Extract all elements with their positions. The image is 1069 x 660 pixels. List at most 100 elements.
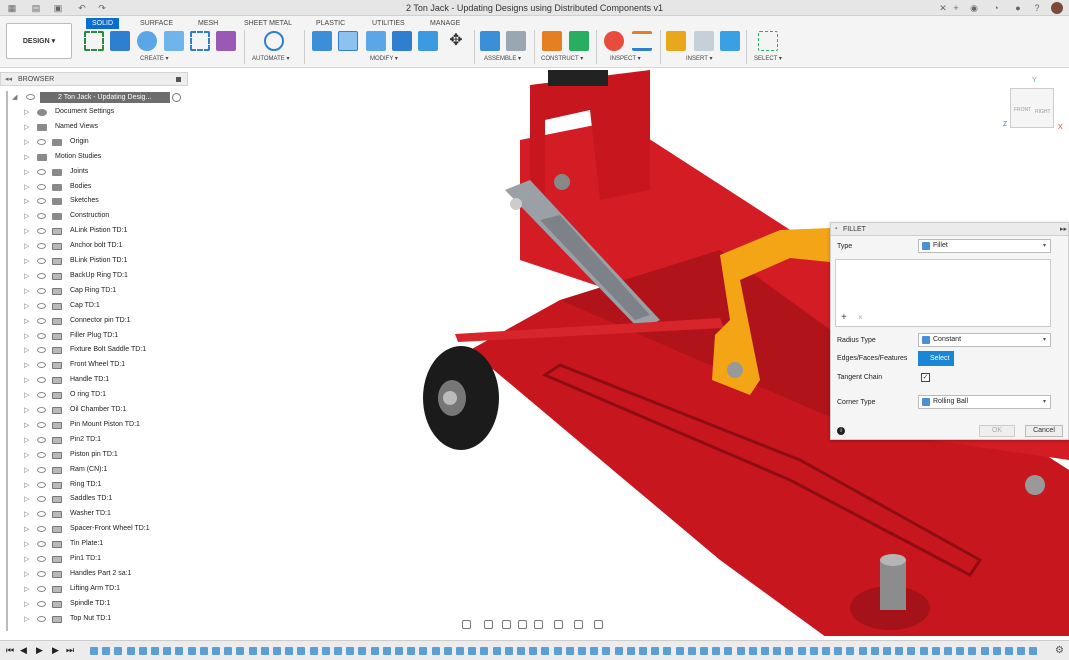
remove-selection-button[interactable]: × — [858, 313, 863, 322]
group-insert[interactable]: INSERT ▾ — [686, 55, 712, 62]
tree-item[interactable]: ▷ Named Views — [0, 120, 188, 135]
combine-icon[interactable] — [418, 31, 438, 51]
expand-icon[interactable]: ▷ — [24, 391, 29, 399]
timeline-feature-icon[interactable] — [114, 647, 123, 655]
timeline-feature-icon[interactable] — [90, 647, 98, 655]
group-create[interactable]: CREATE ▾ — [140, 55, 169, 62]
timeline-feature-icon[interactable] — [870, 647, 879, 655]
create-sketch-icon[interactable] — [84, 31, 104, 51]
timeline-feature-icon[interactable] — [273, 647, 281, 655]
timeline-feature-icon[interactable] — [395, 647, 403, 655]
expand-icon[interactable]: ▷ — [24, 242, 29, 250]
activate-icon[interactable] — [172, 93, 181, 102]
expand-icon[interactable]: ◢ — [12, 93, 17, 101]
visibility-icon[interactable] — [37, 287, 46, 294]
visibility-icon[interactable] — [37, 511, 46, 518]
expand-icon[interactable]: ▷ — [24, 406, 29, 414]
timeline-feature-icon[interactable] — [1029, 647, 1038, 655]
radius-type-dropdown[interactable]: Constant ▾ — [918, 333, 1051, 347]
expand-icon[interactable]: ▷ — [24, 227, 29, 235]
visibility-icon[interactable] — [37, 362, 46, 369]
timeline-feature-icon[interactable] — [895, 647, 904, 655]
tree-item[interactable]: ▷ Anchor bolt TD:1 — [0, 239, 188, 254]
step-back-icon[interactable]: ◀ — [20, 645, 27, 656]
move-icon[interactable]: ✥ — [446, 31, 466, 51]
new-component-icon[interactable] — [480, 31, 500, 51]
tab-sheet-metal[interactable]: SHEET METAL — [238, 18, 298, 29]
timeline-feature-icon[interactable] — [236, 647, 245, 655]
offset-plane-icon[interactable] — [542, 31, 562, 51]
tree-item[interactable]: ▷ Construction — [0, 209, 188, 224]
timeline-feature-icon[interactable] — [907, 647, 916, 655]
timeline-feature-icon[interactable] — [578, 647, 586, 655]
expand-icon[interactable]: ▷ — [24, 153, 29, 161]
expand-icon[interactable]: ▷ — [24, 570, 29, 578]
visibility-icon[interactable] — [37, 526, 46, 533]
tab-mesh[interactable]: MESH — [192, 18, 224, 29]
visibility-icon[interactable] — [37, 392, 46, 399]
expand-icon[interactable]: ▷ — [24, 615, 29, 623]
expand-icon[interactable]: ▷ — [24, 361, 29, 369]
tree-item[interactable]: ▷ Pin1 TD:1 — [0, 552, 188, 567]
form-icon[interactable] — [216, 31, 236, 51]
tree-item[interactable]: ▷ Tin Plate:1 — [0, 537, 188, 552]
expand-icon[interactable]: ▷ — [24, 346, 29, 354]
timeline-feature-icon[interactable] — [541, 647, 550, 655]
timeline-feature-icon[interactable] — [480, 647, 489, 655]
visibility-icon[interactable] — [37, 347, 46, 354]
timeline-feature-icon[interactable] — [1017, 647, 1026, 655]
visibility-icon[interactable] — [37, 481, 46, 488]
timeline-feature-icon[interactable] — [614, 647, 623, 655]
visibility-icon[interactable] — [26, 94, 35, 100]
timeline-feature-icon[interactable] — [517, 647, 525, 655]
timeline-feature-icon[interactable] — [504, 647, 513, 655]
tree-item[interactable]: ▷ Sketches — [0, 194, 188, 209]
timeline-feature-icon[interactable] — [748, 647, 757, 655]
timeline-feature-icon[interactable] — [663, 647, 672, 655]
interference-icon[interactable] — [632, 31, 652, 51]
tree-item[interactable]: ▷ Oil Chamber TD:1 — [0, 403, 188, 418]
timeline-feature-icon[interactable] — [944, 647, 952, 655]
timeline-feature-icon[interactable] — [529, 647, 538, 655]
visibility-icon[interactable] — [37, 243, 46, 250]
timeline-feature-icon[interactable] — [456, 647, 464, 655]
timeline-feature-icon[interactable] — [321, 647, 330, 655]
timeline-feature-icon[interactable] — [651, 647, 660, 655]
corner-type-dropdown[interactable]: Rolling Ball ▾ — [918, 395, 1051, 409]
ok-button[interactable]: OK — [979, 425, 1015, 437]
timeline-feature-icon[interactable] — [773, 647, 782, 655]
pattern-icon[interactable] — [190, 31, 210, 51]
insert-mcmaster-icon[interactable] — [666, 31, 686, 51]
timeline-feature-icon[interactable] — [468, 647, 477, 655]
tree-item[interactable]: ▷ Spindle TD:1 — [0, 597, 188, 612]
tree-item[interactable]: ▷ Spacer-Front Wheel TD:1 — [0, 522, 188, 537]
dialog-collapse-icon[interactable]: ▪ — [835, 226, 837, 232]
expand-icon[interactable]: ▷ — [24, 317, 29, 325]
timeline-feature-icon[interactable] — [919, 647, 928, 655]
visibility-icon[interactable] — [37, 228, 46, 235]
timeline-feature-icon[interactable] — [285, 647, 294, 655]
look-at-icon[interactable] — [484, 620, 493, 629]
tree-item[interactable]: ▷ Motion Studies — [0, 150, 188, 165]
expand-icon[interactable]: ▷ — [24, 376, 29, 384]
tree-root[interactable]: ◢ 2 Ton Jack - Updating Desig... — [0, 90, 188, 105]
tree-item[interactable]: ▷ Lifting Arm TD:1 — [0, 582, 188, 597]
tree-item[interactable]: ▷ Handle TD:1 — [0, 373, 188, 388]
group-construct[interactable]: CONSTRUCT ▾ — [541, 55, 583, 62]
visibility-icon[interactable] — [37, 168, 46, 175]
visibility-icon[interactable] — [37, 466, 46, 473]
tab-manage[interactable]: MANAGE — [424, 18, 466, 29]
visibility-icon[interactable] — [37, 317, 46, 324]
expand-icon[interactable]: ▷ — [24, 183, 29, 191]
timeline-feature-icon[interactable] — [382, 647, 391, 655]
orbit-icon[interactable] — [462, 620, 471, 629]
timeline-feature-icon[interactable] — [175, 647, 184, 655]
visibility-icon[interactable] — [37, 556, 46, 562]
visibility-icon[interactable] — [37, 377, 46, 384]
timeline-feature-icon[interactable] — [809, 647, 818, 655]
joint-icon[interactable] — [506, 31, 526, 51]
timeline-feature-icon[interactable] — [639, 647, 647, 655]
group-assemble[interactable]: ASSEMBLE ▾ — [484, 55, 521, 62]
tree-item[interactable]: ▷ Pin Mount Piston TD:1 — [0, 418, 188, 433]
tree-item[interactable]: ▷ Ram (CN):1 — [0, 463, 188, 478]
